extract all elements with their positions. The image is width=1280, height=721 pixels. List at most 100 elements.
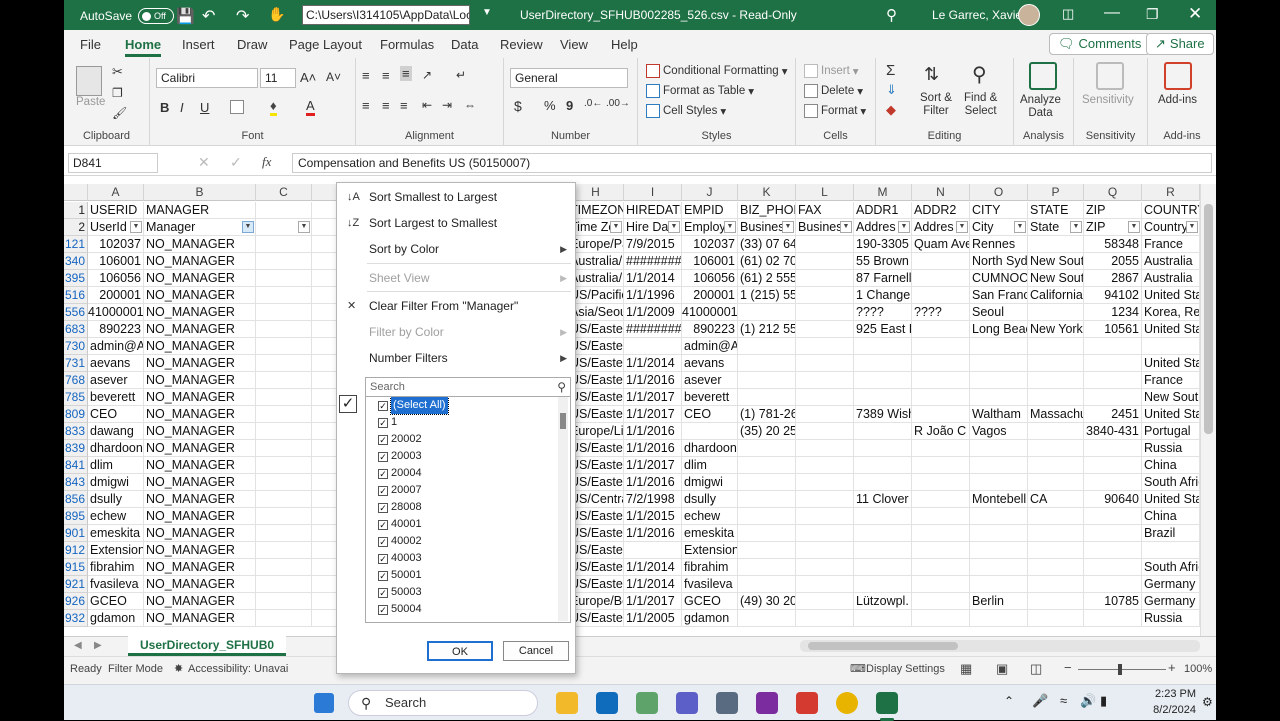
- cell[interactable]: United Stat: [1142, 355, 1200, 372]
- column-header-j[interactable]: J: [682, 184, 738, 201]
- cell[interactable]: New York: [1028, 321, 1084, 338]
- cell[interactable]: (33) 07 64 10 64 35: [738, 236, 796, 253]
- cell[interactable]: [256, 525, 312, 542]
- sheet-nav-prev-icon[interactable]: ◀: [74, 640, 82, 651]
- cell[interactable]: 1/1/2017: [624, 593, 682, 610]
- filter-dropdown-icon[interactable]: ▼: [298, 221, 310, 233]
- row-header[interactable]: 915: [64, 559, 88, 576]
- paste-icon[interactable]: [76, 66, 102, 96]
- cell[interactable]: [796, 508, 854, 525]
- cell[interactable]: [970, 355, 1028, 372]
- zoom-out-icon[interactable]: −: [1064, 660, 1072, 675]
- cell[interactable]: ExtensionServiceUser: [682, 542, 738, 559]
- cell[interactable]: [738, 457, 796, 474]
- row-header[interactable]: 340: [64, 253, 88, 270]
- cell[interactable]: US/Centra: [568, 491, 624, 508]
- cell[interactable]: Berlin: [970, 593, 1028, 610]
- format-as-table-button[interactable]: Format as Table ▾: [646, 84, 754, 98]
- cell[interactable]: Busines ▼: [796, 219, 854, 236]
- tab-formulas[interactable]: Formulas: [380, 37, 434, 52]
- cell[interactable]: [738, 440, 796, 457]
- vertical-scroll-thumb[interactable]: [1204, 204, 1213, 434]
- cell-styles-button[interactable]: Cell Styles ▾: [646, 104, 726, 118]
- cell[interactable]: [1084, 338, 1142, 355]
- cell[interactable]: Brazil: [1142, 525, 1200, 542]
- sort-ascending-item[interactable]: ↓A Sort Smallest to Largest: [337, 184, 575, 210]
- filter-list-item[interactable]: ✓ 20003: [378, 448, 422, 465]
- cell[interactable]: [1028, 423, 1084, 440]
- row-header[interactable]: 683: [64, 321, 88, 338]
- cell[interactable]: 102037: [88, 236, 144, 253]
- cell[interactable]: [912, 389, 970, 406]
- tab-insert[interactable]: Insert: [182, 37, 215, 52]
- wifi-icon[interactable]: ≈: [1060, 693, 1067, 708]
- cell[interactable]: [796, 253, 854, 270]
- cell[interactable]: 7389 Wishing Blosso: [854, 406, 912, 423]
- cell[interactable]: [256, 389, 312, 406]
- column-header-i[interactable]: I: [624, 184, 682, 201]
- page-break-view-icon[interactable]: ◫: [1030, 661, 1042, 677]
- normal-view-icon[interactable]: ▦: [960, 661, 972, 677]
- row-header[interactable]: 932: [64, 610, 88, 627]
- cell[interactable]: [256, 253, 312, 270]
- cell[interactable]: 2451: [1084, 406, 1142, 423]
- addins-icon[interactable]: [1164, 62, 1192, 90]
- row-header[interactable]: 901: [64, 525, 88, 542]
- cell[interactable]: 1/1/2016: [624, 525, 682, 542]
- align-right-icon[interactable]: ≡: [400, 98, 408, 113]
- cell[interactable]: Russia: [1142, 440, 1200, 457]
- cell[interactable]: FAX: [796, 202, 854, 219]
- cell[interactable]: Manager ▼: [144, 219, 256, 236]
- cell[interactable]: [256, 440, 312, 457]
- cell[interactable]: Germany: [1142, 593, 1200, 610]
- cell[interactable]: [912, 491, 970, 508]
- cell[interactable]: CUMNOCK: [970, 270, 1028, 287]
- cell[interactable]: 90640: [1084, 491, 1142, 508]
- underline-icon[interactable]: U: [200, 100, 209, 115]
- cell[interactable]: [912, 355, 970, 372]
- column-header-o[interactable]: O: [970, 184, 1028, 201]
- increase-decimal-icon[interactable]: .0←: [584, 98, 602, 109]
- cell[interactable]: United Stat: [1142, 321, 1200, 338]
- format-painter-icon[interactable]: 🖌: [112, 106, 127, 120]
- cell[interactable]: CEO: [682, 406, 738, 423]
- cell[interactable]: CEO: [88, 406, 144, 423]
- cell[interactable]: [912, 525, 970, 542]
- cell[interactable]: [738, 389, 796, 406]
- cell[interactable]: [256, 304, 312, 321]
- cell[interactable]: admin@A: [88, 338, 144, 355]
- cell[interactable]: Massachu: [1028, 406, 1084, 423]
- filter-dropdown-icon[interactable]: ▼: [724, 221, 736, 233]
- cell[interactable]: US/Eastern: [568, 542, 624, 559]
- cell[interactable]: [912, 576, 970, 593]
- checkbox-checked-icon[interactable]: ✓: [378, 468, 388, 479]
- cell[interactable]: [256, 610, 312, 627]
- cell[interactable]: 7/9/2015: [624, 236, 682, 253]
- cell[interactable]: NO_MANAGER: [144, 610, 256, 627]
- cell[interactable]: [970, 457, 1028, 474]
- cell[interactable]: [1084, 355, 1142, 372]
- cell[interactable]: admin@ACECompany.com: [682, 338, 738, 355]
- cell[interactable]: ????: [854, 304, 912, 321]
- column-header-p[interactable]: P: [1028, 184, 1084, 201]
- cell[interactable]: [796, 457, 854, 474]
- analyze-data-icon[interactable]: [1029, 62, 1057, 90]
- cell[interactable]: [256, 559, 312, 576]
- autosave-toggle[interactable]: Off: [138, 8, 175, 24]
- cell[interactable]: BIZ_PHONE: [738, 202, 796, 219]
- cell[interactable]: US/Easter: [568, 508, 624, 525]
- checkbox-checked-icon[interactable]: ✓: [378, 604, 388, 615]
- delete-cells-button[interactable]: Delete ▾: [804, 84, 863, 98]
- cell[interactable]: 1/1/2017: [624, 406, 682, 423]
- checkbox-checked-icon[interactable]: ✓: [378, 485, 388, 496]
- filter-dropdown-icon[interactable]: ▼: [668, 221, 680, 233]
- cell[interactable]: [854, 338, 912, 355]
- filter-dropdown-icon[interactable]: ▼: [782, 221, 794, 233]
- cell[interactable]: dsully: [682, 491, 738, 508]
- filter-list-item[interactable]: ✓ 50001: [378, 567, 422, 584]
- cell[interactable]: 1/1/2014: [624, 576, 682, 593]
- filter-list-item[interactable]: ✓ 20002: [378, 431, 422, 448]
- cell[interactable]: [682, 423, 738, 440]
- cell[interactable]: Extension: [88, 542, 144, 559]
- accounting-icon[interactable]: $: [514, 98, 522, 114]
